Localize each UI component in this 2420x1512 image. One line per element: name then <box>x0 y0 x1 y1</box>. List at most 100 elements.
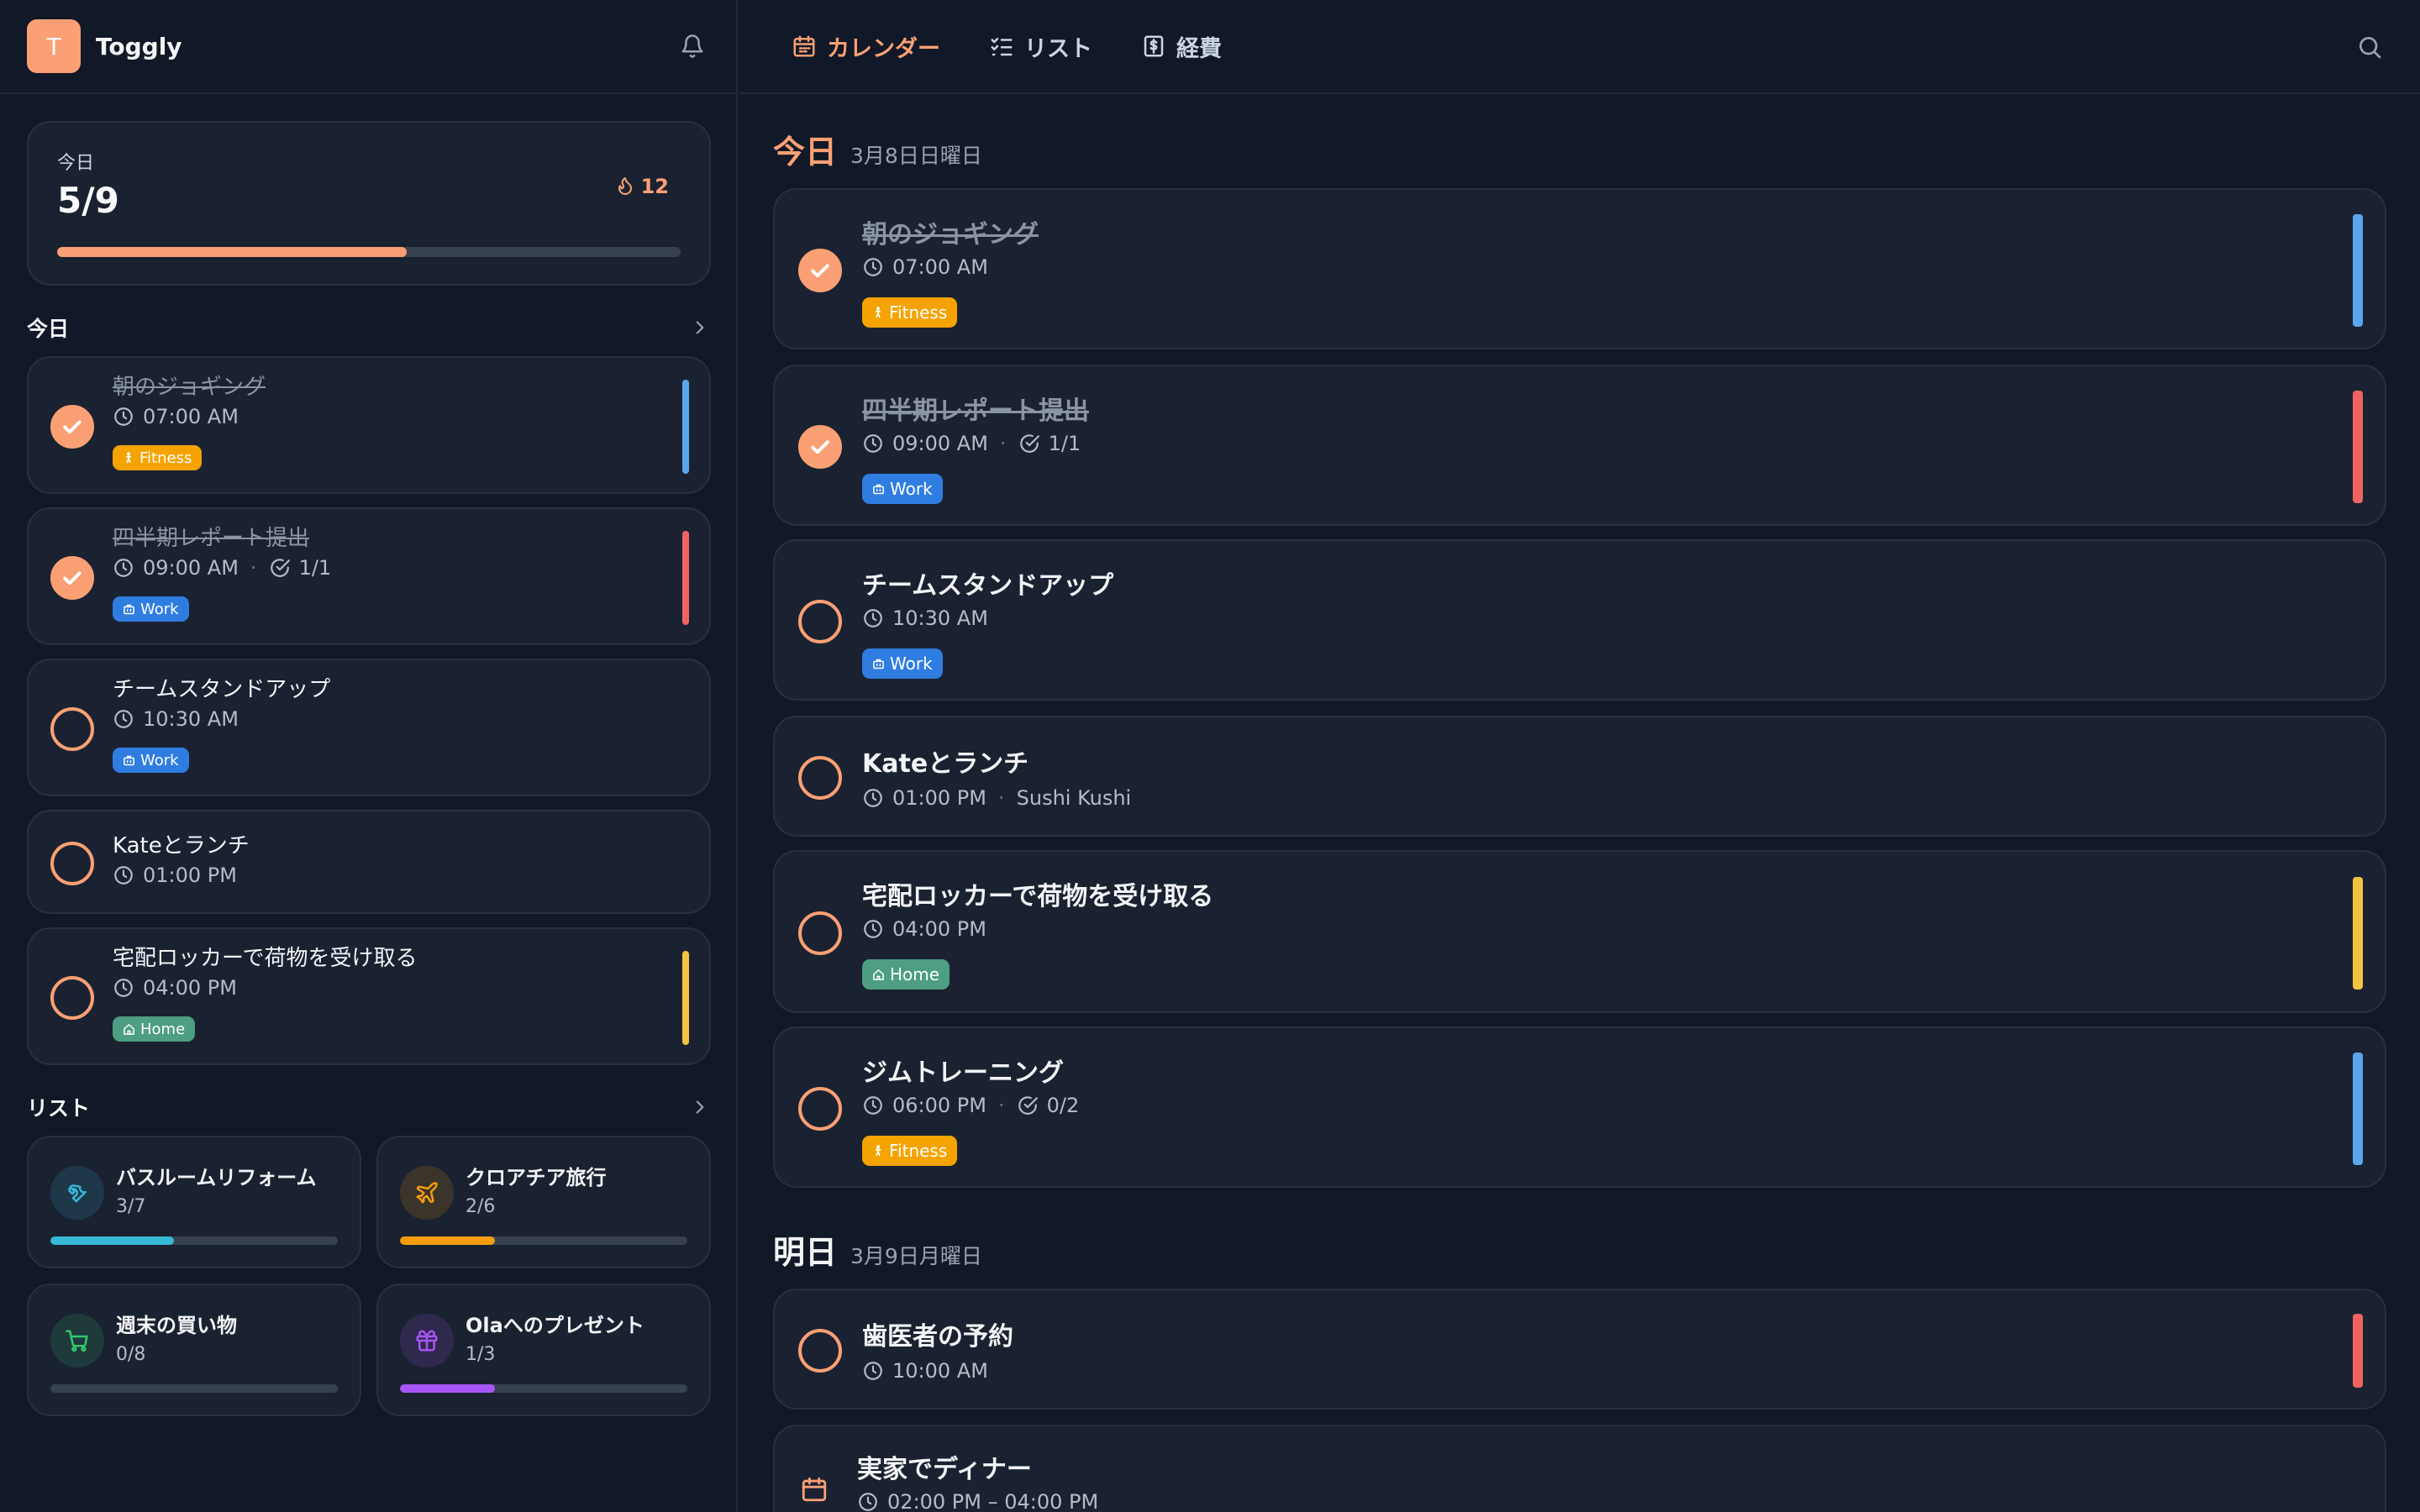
task-card[interactable]: チームスタンドアップ 10:30 AM Work <box>773 539 2386 701</box>
bell-icon[interactable] <box>676 29 709 63</box>
streak-badge: 12 <box>614 175 669 198</box>
list-card[interactable]: Olaへのプレゼント 1/3 <box>376 1284 711 1416</box>
separator-dot: · <box>250 556 257 580</box>
app-name: Toggly <box>96 32 182 60</box>
streak-count: 12 <box>640 175 669 198</box>
chevron-right-icon[interactable] <box>689 1096 711 1118</box>
tab-label: 経費 <box>1176 35 1222 62</box>
today-summary-card[interactable]: 今日 5/9 12 <box>27 121 711 286</box>
task-meta: 01:00 PM · Sushi Kushi <box>862 786 1131 810</box>
app-logo[interactable]: T <box>27 19 81 73</box>
tab-label: リスト <box>1024 35 1092 62</box>
calendar-icon <box>800 1475 829 1507</box>
task-checkbox[interactable] <box>798 1087 842 1131</box>
task-card[interactable]: 歯医者の予約 10:00 AM <box>773 1289 2386 1410</box>
task-time: 06:00 PM <box>892 1094 986 1117</box>
task-checkbox[interactable] <box>50 842 94 885</box>
tag-label: Work <box>140 751 179 769</box>
task-title: ジムトレーニング <box>862 1058 1064 1088</box>
task-card[interactable]: ジムトレーニング 06:00 PM · 0/2 Fitness <box>773 1026 2386 1188</box>
task-meta: 09:00 AM · 1/1 <box>113 556 331 580</box>
task-location: Sushi Kushi <box>1016 786 1132 810</box>
task-title: 宅配ロッカーで荷物を受け取る <box>862 882 1214 911</box>
tab-expense[interactable]: 経費 <box>1141 30 1222 63</box>
task-checkbox[interactable] <box>50 707 94 751</box>
tab-calendar[interactable]: カレンダー <box>792 30 940 63</box>
checklist-icon <box>989 34 1014 59</box>
task-checkbox[interactable] <box>50 405 94 449</box>
subtask-check-icon <box>269 557 291 579</box>
sidebar-header: T Toggly <box>0 0 736 94</box>
today-date: 3月8日日曜日 <box>850 144 982 168</box>
clock-icon <box>113 406 134 428</box>
list-card[interactable]: クロアチア旅行 2/6 <box>376 1136 711 1268</box>
subtask-check-icon <box>1017 1095 1039 1116</box>
calendar-icon <box>792 34 817 59</box>
task-card[interactable]: Kateとランチ 01:00 PM · Sushi Kushi <box>773 716 2386 837</box>
list-count: 0/8 <box>116 1344 146 1365</box>
list-count: 2/6 <box>466 1196 496 1217</box>
chevron-right-icon[interactable] <box>689 317 711 339</box>
task-checkbox[interactable] <box>798 756 842 800</box>
task-card[interactable]: 宅配ロッカーで荷物を受け取る 04:00 PM Home <box>27 927 711 1065</box>
list-title: 週末の買い物 <box>116 1314 237 1337</box>
task-title: 朝のジョギング <box>862 220 1039 249</box>
clock-icon <box>862 787 884 809</box>
task-checkbox[interactable] <box>798 425 842 469</box>
task-meta: 01:00 PM <box>113 864 237 887</box>
task-card[interactable]: Kateとランチ 01:00 PM <box>27 810 711 914</box>
task-card[interactable]: 実家でディナー 02:00 PM – 04:00 PM <box>773 1425 2386 1512</box>
task-checkbox[interactable] <box>798 911 842 955</box>
list-title: バスルームリフォーム <box>116 1166 317 1189</box>
home-tag: Home <box>113 1016 196 1042</box>
task-card[interactable]: 朝のジョギング 07:00 AM Fitness <box>27 356 711 494</box>
priority-accent-bar <box>2353 214 2363 327</box>
task-title: チームスタンドアップ <box>113 677 331 702</box>
task-title: 四半期レポート提出 <box>862 396 1089 426</box>
work-tag-icon <box>123 754 135 767</box>
task-title: 実家でディナー <box>857 1455 1032 1484</box>
fitness-tag: Fitness <box>862 1136 958 1166</box>
work-tag-icon <box>872 483 885 496</box>
task-title: 四半期レポート提出 <box>113 526 310 551</box>
lists-section-header[interactable]: リスト <box>27 1092 711 1122</box>
task-card[interactable]: 宅配ロッカーで荷物を受け取る 04:00 PM Home <box>773 850 2386 1013</box>
task-card[interactable]: チームスタンドアップ 10:30 AM Work <box>27 659 711 796</box>
task-title: Kateとランチ <box>862 749 1029 779</box>
task-checkbox[interactable] <box>798 1329 842 1373</box>
main-panel: カレンダー リスト 経費 今日 3月8日日曜日 朝のジョギング 07:00 AM Fit… <box>739 0 2420 1512</box>
clock-icon <box>113 708 134 730</box>
fitness-tag-icon <box>872 1145 884 1157</box>
tab-checklist[interactable]: リスト <box>989 30 1092 63</box>
list-progress-fill <box>400 1236 495 1245</box>
separator-dot: · <box>997 1094 1005 1117</box>
flame-icon <box>618 177 632 195</box>
task-time: 01:00 PM <box>143 864 237 887</box>
clock-icon <box>862 1360 884 1382</box>
task-checkbox[interactable] <box>798 249 842 292</box>
task-checkbox[interactable] <box>50 976 94 1020</box>
priority-accent-bar <box>2353 877 2363 990</box>
task-card[interactable]: 朝のジョギング 07:00 AM Fitness <box>773 188 2386 349</box>
search-icon[interactable] <box>2353 30 2386 64</box>
task-card[interactable]: 四半期レポート提出 09:00 AM · 1/1 Work <box>27 507 711 645</box>
task-time: 01:00 PM <box>892 786 986 810</box>
task-meta: 09:00 AM · 1/1 <box>862 432 1081 455</box>
task-time: 07:00 AM <box>143 405 239 428</box>
separator-dot: · <box>997 786 1005 810</box>
task-checkbox[interactable] <box>50 556 94 600</box>
list-count: 3/7 <box>116 1196 146 1217</box>
task-meta: 10:00 AM <box>862 1359 988 1383</box>
fitness-tag-icon <box>123 452 134 464</box>
tomorrow-label: 明日 <box>773 1234 838 1271</box>
task-title: Kateとランチ <box>113 833 250 858</box>
today-section-header[interactable]: 今日 <box>27 312 711 343</box>
task-checkbox[interactable] <box>798 600 842 643</box>
list-progress-fill <box>400 1384 495 1393</box>
list-card[interactable]: バスルームリフォーム 3/7 <box>27 1136 361 1268</box>
list-card[interactable]: 週末の買い物 0/8 <box>27 1284 361 1416</box>
task-card[interactable]: 四半期レポート提出 09:00 AM · 1/1 Work <box>773 365 2386 526</box>
task-meta: 02:00 PM – 04:00 PM <box>857 1490 1098 1512</box>
task-meta: 10:30 AM <box>113 707 239 731</box>
work-tag: Work <box>862 648 943 679</box>
